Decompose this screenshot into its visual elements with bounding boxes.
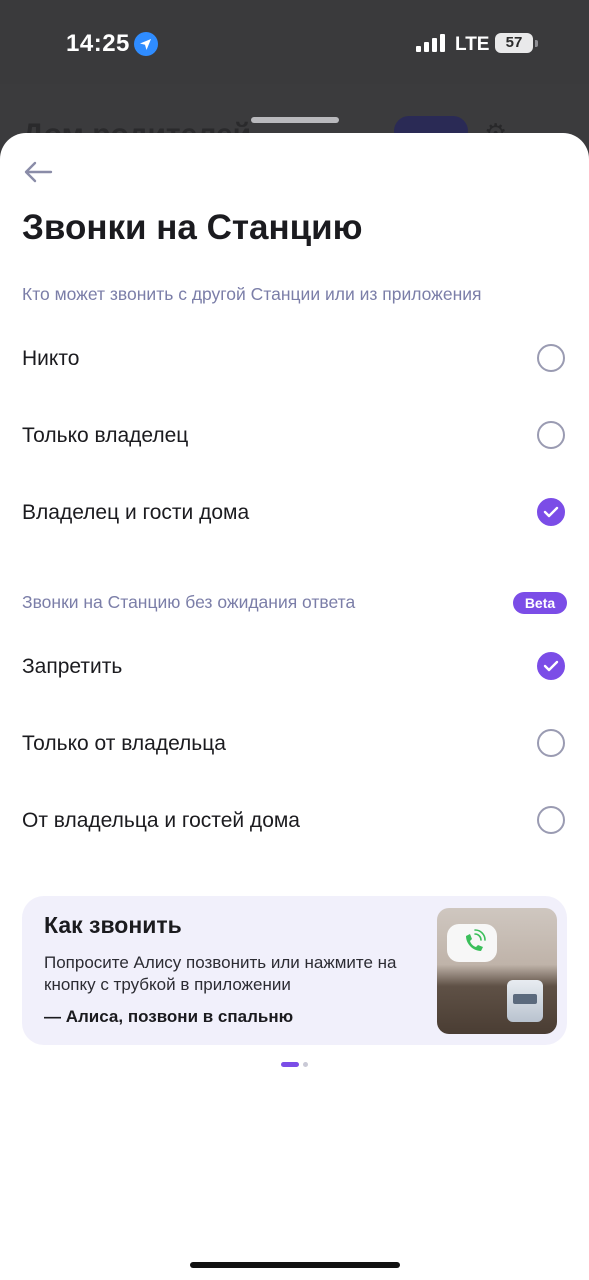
option-from-owner-and-guests[interactable]: От владельца и гостей дома [0, 791, 589, 851]
page-title: Звонки на Станцию [22, 208, 363, 247]
option-label: Владелец и гости дома [22, 501, 250, 524]
battery-icon: 57 [495, 33, 533, 53]
back-arrow-icon [24, 161, 53, 183]
network-type: LTE [455, 34, 490, 55]
card-body: Попросите Алису позвонить или нажмите на… [44, 953, 397, 994]
option-label: Только владелец [22, 424, 189, 447]
option-nobody[interactable]: Никто [0, 329, 589, 389]
card-title: Как звонить [44, 912, 182, 938]
radio-unchecked-icon[interactable] [537, 421, 565, 449]
radio-unchecked-icon[interactable] [537, 729, 565, 757]
call-bubble [447, 924, 497, 962]
status-bar: 14:25 LTE 57 [0, 0, 589, 84]
smart-speaker-illustration [437, 908, 557, 1034]
radio-unchecked-icon[interactable] [537, 806, 565, 834]
section-label-auto-answer: Звонки на Станцию без ожидания ответа [22, 592, 356, 612]
page-dot-active [281, 1062, 299, 1067]
bottom-sheet [0, 133, 589, 1280]
status-time: 14:25 [66, 30, 130, 57]
home-indicator [190, 1262, 400, 1268]
option-label: Никто [22, 347, 80, 370]
radio-checked-icon[interactable] [537, 652, 565, 680]
option-from-owner-only[interactable]: Только от владельца [0, 714, 589, 774]
sheet-grabber[interactable] [251, 117, 339, 123]
page-indicator [281, 1062, 311, 1067]
card-example-phrase: — Алиса, позвони в спальню [44, 1007, 294, 1026]
option-forbid[interactable]: Запретить [0, 637, 589, 697]
phone-call-icon [466, 929, 486, 951]
option-label: Только от владельца [22, 732, 226, 755]
page-dot [303, 1062, 308, 1067]
option-label: Запретить [22, 655, 123, 678]
option-owner-only[interactable]: Только владелец [0, 406, 589, 466]
location-arrow-icon [134, 32, 158, 56]
battery-tip [535, 40, 538, 47]
speaker-screen [513, 994, 537, 1004]
cellular-signal-icon [416, 34, 446, 52]
how-to-call-card[interactable]: Как звонить Попросите Алису позвонить ил… [22, 896, 567, 1045]
option-label: От владельца и гостей дома [22, 809, 300, 832]
back-button[interactable] [22, 157, 54, 187]
radio-checked-icon[interactable] [537, 498, 565, 526]
radio-unchecked-icon[interactable] [537, 344, 565, 372]
section-label-who-can-call: Кто может звонить с другой Станции или и… [22, 284, 482, 304]
option-owner-and-guests[interactable]: Владелец и гости дома [0, 483, 589, 543]
beta-badge: Beta [513, 592, 567, 614]
